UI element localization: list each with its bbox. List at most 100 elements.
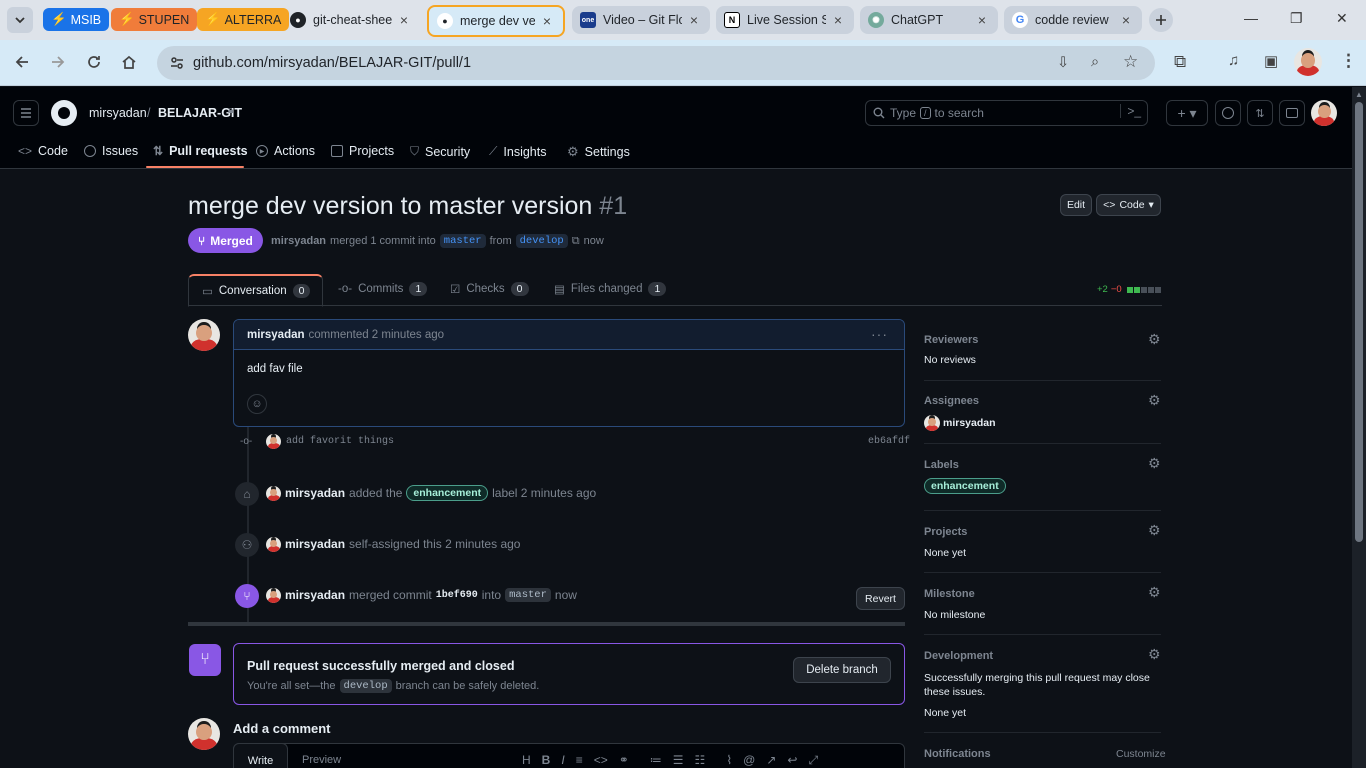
commit-message[interactable]: add favorit things: [286, 436, 394, 447]
comment-author[interactable]: mirsyadan: [247, 329, 305, 341]
attach-icon[interactable]: ⌇: [726, 753, 732, 768]
projects-heading[interactable]: Projects: [924, 526, 967, 538]
search-input[interactable]: Type / to search >_: [865, 100, 1148, 126]
development-gear-icon[interactable]: ⚙: [1148, 646, 1161, 663]
install-app-icon[interactable]: ⇩: [1057, 55, 1069, 71]
close-icon[interactable]: ×: [539, 13, 555, 29]
browser-tab[interactable]: ● git-cheat-sheet ×: [282, 6, 420, 34]
milestone-gear-icon[interactable]: ⚙: [1148, 584, 1161, 601]
labels-gear-icon[interactable]: ⚙: [1148, 455, 1161, 472]
commit-author-avatar[interactable]: [266, 434, 281, 449]
scrollbar-thumb[interactable]: [1355, 102, 1363, 542]
label-enhancement[interactable]: enhancement: [924, 478, 1006, 494]
fullscreen-icon[interactable]: ⤢: [808, 753, 818, 768]
command-palette-icon[interactable]: >_: [1120, 104, 1141, 118]
pull-requests-button[interactable]: ⇅: [1247, 100, 1273, 126]
close-icon[interactable]: ×: [974, 12, 990, 28]
address-bar[interactable]: github.com/mirsyadan/BELAJAR-GIT/pull/1 …: [157, 46, 1155, 80]
home-button[interactable]: [121, 54, 137, 70]
browser-tab[interactable]: one Video – Git Flow ×: [572, 6, 710, 34]
current-user-avatar[interactable]: [188, 718, 220, 750]
event-avatar[interactable]: [266, 486, 281, 501]
event-avatar[interactable]: [266, 537, 281, 552]
new-tab-button[interactable]: [1149, 8, 1173, 32]
comment-author-avatar[interactable]: [188, 319, 220, 351]
bookmark-star-icon[interactable]: ☆: [1123, 52, 1138, 72]
development-heading[interactable]: Development: [924, 650, 993, 662]
user-avatar[interactable]: [1311, 100, 1337, 126]
tab-group-stupen[interactable]: ⚡ STUPEN: [111, 8, 198, 31]
copy-icon[interactable]: ⧉: [572, 235, 580, 248]
link-icon[interactable]: ⚭: [619, 753, 629, 768]
assignees-gear-icon[interactable]: ⚙: [1148, 392, 1161, 409]
preview-tab[interactable]: Preview: [302, 754, 341, 766]
tab-issues[interactable]: Issues: [84, 144, 138, 158]
browser-tab[interactable]: G codde review ×: [1004, 6, 1142, 34]
tab-code[interactable]: <> Code: [18, 144, 68, 158]
code-dropdown-button[interactable]: <> Code ▾: [1096, 194, 1161, 216]
side-panel-icon[interactable]: ▣: [1264, 52, 1278, 70]
extensions-icon[interactable]: ⧉: [1174, 52, 1186, 72]
delete-branch-button[interactable]: Delete branch: [793, 657, 891, 683]
browser-profile-avatar[interactable]: [1294, 48, 1322, 76]
quote-icon[interactable]: ≡: [576, 753, 583, 768]
tab-group-msib[interactable]: ⚡ MSIB: [43, 8, 110, 31]
author-link[interactable]: mirsyadan: [271, 235, 326, 247]
commit-sha[interactable]: eb6afdf: [868, 436, 910, 447]
mention-icon[interactable]: @: [743, 753, 755, 768]
label-enhancement[interactable]: enhancement: [406, 485, 489, 501]
scroll-up-icon[interactable]: ▲: [1355, 90, 1363, 99]
unordered-list-icon[interactable]: ☰: [673, 753, 684, 768]
close-icon[interactable]: ×: [686, 12, 702, 28]
add-reaction-button[interactable]: ☺: [247, 394, 267, 414]
menu-button[interactable]: [13, 100, 39, 126]
browser-menu-icon[interactable]: ⋮: [1340, 51, 1357, 71]
browser-tab[interactable]: ✺ ChatGPT ×: [860, 6, 998, 34]
customize-link[interactable]: Customize: [1116, 748, 1166, 760]
github-logo-icon[interactable]: [51, 100, 77, 126]
reply-icon[interactable]: ↩: [787, 753, 797, 768]
reviewers-gear-icon[interactable]: ⚙: [1148, 331, 1161, 348]
italic-icon[interactable]: I: [561, 753, 564, 768]
ordered-list-icon[interactable]: ≔: [650, 753, 662, 768]
task-list-icon[interactable]: ☷: [695, 753, 706, 768]
close-icon[interactable]: ×: [830, 12, 846, 28]
heading-icon[interactable]: H: [522, 753, 531, 768]
reviewers-heading[interactable]: Reviewers: [924, 334, 978, 346]
forward-button[interactable]: [50, 54, 66, 70]
browser-tab-active[interactable]: ● merge dev version ×: [427, 5, 565, 37]
tab-insights[interactable]: ⟋ Insights: [489, 144, 547, 159]
code-icon[interactable]: <>: [594, 753, 608, 768]
revert-button[interactable]: Revert: [856, 587, 905, 610]
close-window-button[interactable]: ✕: [1336, 10, 1348, 27]
repo-owner-link[interactable]: mirsyadan: [89, 106, 147, 120]
restore-button[interactable]: ❐: [1290, 10, 1303, 27]
tab-files-changed[interactable]: ▤ Files changed 1: [554, 282, 667, 296]
tab-commits[interactable]: -o- Commits 1: [338, 282, 428, 296]
tab-group-alterra[interactable]: ⚡ ALTERRA: [197, 8, 290, 31]
zoom-icon[interactable]: ⌕: [1091, 54, 1099, 70]
assignees-heading[interactable]: Assignees: [924, 395, 979, 407]
close-icon[interactable]: ×: [396, 12, 412, 28]
base-branch[interactable]: master: [439, 234, 486, 248]
merge-commit-sha[interactable]: 1bef690: [436, 590, 478, 601]
bold-icon[interactable]: B: [542, 753, 551, 768]
tab-pull-requests[interactable]: ⇅ Pull requests: [153, 144, 248, 158]
tab-checks[interactable]: ☑ Checks 0: [450, 282, 529, 296]
tab-conversation[interactable]: ▭ Conversation 0: [188, 274, 323, 307]
tab-projects[interactable]: Projects: [331, 144, 394, 158]
projects-gear-icon[interactable]: ⚙: [1148, 522, 1161, 539]
site-info-icon[interactable]: [169, 55, 185, 71]
head-branch[interactable]: develop: [515, 234, 568, 248]
edit-title-button[interactable]: Edit: [1060, 194, 1092, 216]
minimize-button[interactable]: —: [1244, 10, 1258, 26]
labels-heading[interactable]: Labels: [924, 459, 959, 471]
tab-settings[interactable]: ⚙ Settings: [567, 144, 630, 160]
more-options-icon[interactable]: ···: [871, 326, 888, 342]
reload-button[interactable]: [86, 54, 102, 70]
media-control-icon[interactable]: ♫: [1228, 52, 1239, 69]
issues-button[interactable]: [1215, 100, 1241, 126]
tab-actions[interactable]: ▶ Actions: [256, 144, 315, 158]
write-tab[interactable]: Write: [233, 743, 288, 768]
back-button[interactable]: [14, 54, 30, 70]
